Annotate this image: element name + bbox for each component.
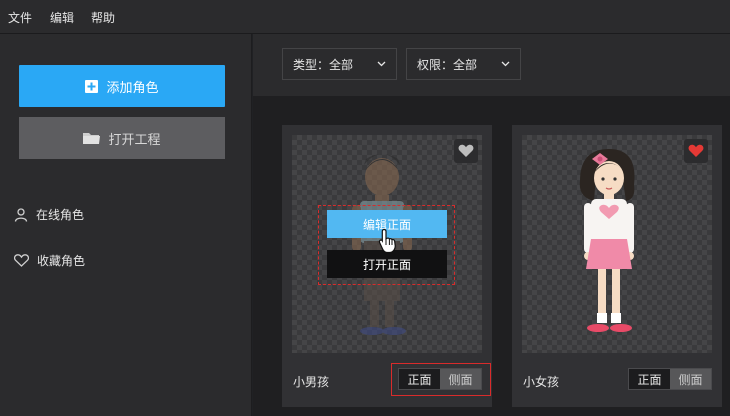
heart-filled-icon <box>688 144 704 157</box>
menu-help[interactable]: 帮助 <box>91 9 115 26</box>
chevron-down-icon <box>501 61 510 67</box>
side-view-button[interactable]: 侧面 <box>670 369 711 389</box>
character-name: 小女孩 <box>523 375 560 389</box>
heart-icon <box>458 144 474 157</box>
fav-roles-label: 收藏角色 <box>37 254 86 268</box>
sidebar: 添加角色 打开工程 在线角色 收藏角色 <box>0 34 252 416</box>
sidebar-item-fav-roles[interactable]: 收藏角色 <box>14 252 85 269</box>
favorite-button[interactable] <box>684 139 708 163</box>
filter-toolbar: 类型：全部 权限：全部 <box>253 34 730 96</box>
character-thumbnail-girl[interactable] <box>522 135 712 353</box>
add-role-button[interactable]: 添加角色 <box>19 65 225 107</box>
view-toggle-highlight <box>391 363 491 396</box>
character-card-girl[interactable]: 小女孩 正面 侧面 <box>512 125 722 407</box>
plus-icon <box>85 79 99 93</box>
hand-cursor-icon <box>378 228 396 254</box>
add-role-label: 添加角色 <box>106 80 159 96</box>
heart-outline-icon <box>14 254 29 267</box>
type-filter-label: 类型：全部 <box>293 57 354 72</box>
front-view-button[interactable]: 正面 <box>629 369 670 389</box>
type-filter-dropdown[interactable]: 类型：全部 <box>282 48 397 80</box>
menu-edit[interactable]: 编辑 <box>50 9 74 26</box>
user-icon <box>14 207 28 222</box>
menu-bar: 文件 编辑 帮助 <box>0 0 730 34</box>
sidebar-item-online-roles[interactable]: 在线角色 <box>14 206 84 223</box>
permission-filter-label: 权限：全部 <box>417 57 478 72</box>
permission-filter-dropdown[interactable]: 权限：全部 <box>406 48 521 80</box>
chevron-down-icon <box>377 61 386 67</box>
open-project-button[interactable]: 打开工程 <box>19 117 225 159</box>
character-name: 小男孩 <box>293 375 330 389</box>
open-front-button[interactable]: 打开正面 <box>327 250 447 278</box>
favorite-button[interactable] <box>454 139 478 163</box>
view-toggle: 正面 侧面 <box>628 368 712 390</box>
girl-character-image <box>579 149 635 332</box>
online-roles-label: 在线角色 <box>36 208 85 222</box>
menu-file[interactable]: 文件 <box>8 9 32 26</box>
open-project-label: 打开工程 <box>108 132 161 148</box>
folder-icon <box>83 132 101 144</box>
